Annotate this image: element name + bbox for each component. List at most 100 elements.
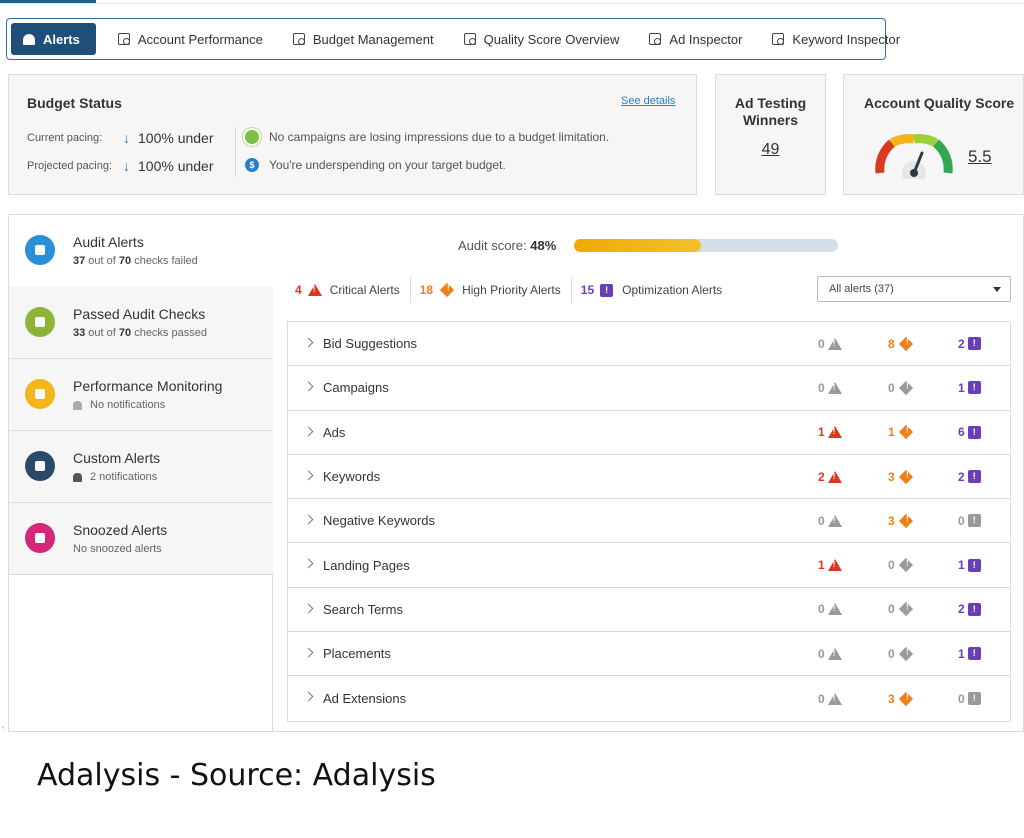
current-pacing-label: Current pacing: <box>27 132 103 144</box>
exclamation-square-icon: ! <box>967 514 981 528</box>
high-priority-cell: 8 <box>888 336 914 351</box>
exclamation-square-icon: ! <box>967 381 981 395</box>
high-priority-cell: 0 <box>888 380 914 396</box>
sidebar-item-title: Snoozed Alerts <box>73 522 168 538</box>
tab-label: Alerts <box>43 31 80 47</box>
critical-count: 4 <box>295 283 302 297</box>
table-row[interactable]: Negative Keywords 0 3 0! <box>288 499 1010 544</box>
high-priority-cell: 0 <box>888 602 914 617</box>
high-priority-cell: 3 <box>888 469 914 484</box>
critical-cell-value: 0 <box>818 513 825 528</box>
total-count: 70 <box>118 255 132 267</box>
ad-testing-title-line1: Ad Testing <box>734 95 807 111</box>
row-name: Negative Keywords <box>323 513 435 529</box>
chevron-right-icon[interactable] <box>303 691 314 702</box>
critical-cell: 0 <box>818 381 842 395</box>
high-priority-cell-value: 3 <box>888 513 895 528</box>
sub-end: checks passed <box>131 327 207 339</box>
exclamation-square-icon: ! <box>967 647 981 661</box>
sidebar-item-title: Performance Monitoring <box>73 378 223 394</box>
optimization-alerts-count[interactable]: 15 ! Optimization Alerts <box>581 277 732 303</box>
high-priority-alerts-count[interactable]: 18 High Priority Alerts <box>420 277 572 303</box>
budget-message-impressions: No campaigns are losing impressions due … <box>245 127 609 147</box>
notification-text: No notifications <box>90 399 166 411</box>
bar-chart-icon <box>25 379 55 409</box>
sidebar-item-subtitle: No snoozed alerts <box>73 543 162 555</box>
sub-mid: out of <box>85 255 119 267</box>
table-row[interactable]: Bid Suggestions 0 8 2! <box>288 322 1010 367</box>
table-row[interactable]: Keywords 2 3 2! <box>288 455 1010 500</box>
sidebar-item-custom-alerts[interactable]: Custom Alerts 2 notifications <box>9 431 273 503</box>
row-name: Ad Extensions <box>323 691 407 707</box>
critical-cell-value: 0 <box>818 602 825 617</box>
sidebar-item-audit-alerts[interactable]: Audit Alerts 37 out of 70 checks failed <box>9 215 273 287</box>
current-pacing-row: Current pacing: ↓ 100% under <box>27 128 214 148</box>
arrow-down-icon: ↓ <box>123 158 130 174</box>
quality-score-value[interactable]: 5.5 <box>968 147 992 167</box>
critical-cell-value: 1 <box>818 558 825 573</box>
chevron-right-icon[interactable] <box>303 603 314 614</box>
critical-cell: 0 <box>818 692 842 706</box>
ad-testing-title-line2: Winners <box>742 112 799 128</box>
chevron-right-icon[interactable] <box>303 426 314 437</box>
table-row[interactable]: Search Terms 0 0 2! <box>288 588 1010 633</box>
critical-cell: 1 <box>818 558 842 572</box>
caret-down-icon <box>993 287 1001 292</box>
budget-message-underspend: $ You're underspending on your target bu… <box>245 155 506 175</box>
warning-diamond-icon <box>898 513 913 528</box>
high-priority-cell-value: 1 <box>888 425 895 440</box>
alerts-sidebar: Audit Alerts 37 out of 70 checks failed … <box>9 215 273 731</box>
optimization-label: Optimization Alerts <box>622 283 723 297</box>
tab-account-performance[interactable]: Account Performance <box>106 23 275 55</box>
tab-label: Keyword Inspector <box>792 31 901 47</box>
tab-budget-management[interactable]: Budget Management <box>281 23 446 55</box>
table-row[interactable]: Ads 1 1 6! <box>288 411 1010 455</box>
tab-quality-score-overview[interactable]: Quality Score Overview <box>452 23 632 55</box>
see-details-link[interactable]: See details <box>621 95 675 107</box>
tab-keyword-inspector[interactable]: Keyword Inspector <box>760 23 912 55</box>
sliders-icon <box>25 451 55 481</box>
optimization-cell: 1! <box>958 381 981 395</box>
projected-pacing-row: Projected pacing: ↓ 100% under <box>27 156 214 176</box>
passed-count: 33 <box>73 327 86 339</box>
chevron-right-icon[interactable] <box>303 337 314 348</box>
tab-alerts[interactable]: Alerts <box>11 23 96 55</box>
table-row[interactable]: Landing Pages 1 0 1! <box>288 543 1010 588</box>
sidebar-item-title: Custom Alerts <box>73 450 161 466</box>
audit-score-text: Audit score: <box>458 238 527 253</box>
chevron-right-icon[interactable] <box>303 559 314 569</box>
audit-score-label: Audit score: 48% <box>458 238 556 253</box>
chevron-right-icon[interactable] <box>303 647 314 658</box>
ad-testing-winners-value[interactable]: 49 <box>716 141 825 159</box>
critical-cell-value: 0 <box>818 691 825 706</box>
sidebar-item-snoozed-alerts[interactable]: Snoozed Alerts No snoozed alerts <box>9 503 273 575</box>
budget-message-text: You're underspending on your target budg… <box>269 158 506 172</box>
critical-alerts-count[interactable]: 4 Critical Alerts <box>295 277 411 303</box>
inspect-icon <box>649 33 662 45</box>
tab-ad-inspector[interactable]: Ad Inspector <box>637 23 754 55</box>
sidebar-item-performance-monitoring[interactable]: Performance Monitoring No notifications <box>9 359 273 431</box>
chevron-right-icon[interactable] <box>303 470 314 481</box>
warning-triangle-icon <box>827 647 842 660</box>
optimization-cell: 0! <box>958 514 981 528</box>
projected-pacing-value: 100% under <box>138 158 214 174</box>
alert-filter-select[interactable]: All alerts (37) <box>817 276 1011 302</box>
critical-cell-value: 0 <box>818 336 825 351</box>
sidebar-item-passed-audit-checks[interactable]: Passed Audit Checks 33 out of 70 checks … <box>9 287 273 359</box>
critical-cell-value: 2 <box>818 469 825 484</box>
high-priority-cell: 1 <box>888 425 914 440</box>
critical-cell: 0 <box>818 647 842 661</box>
warning-triangle-icon <box>827 603 842 616</box>
chevron-right-icon[interactable] <box>303 514 314 525</box>
tab-label: Account Performance <box>137 31 263 47</box>
table-row[interactable]: Ad Extensions 0 3 0! <box>288 676 1010 720</box>
critical-cell: 1 <box>818 425 842 439</box>
optimization-cell: 2! <box>958 470 981 484</box>
sidebar-item-title: Passed Audit Checks <box>73 306 206 322</box>
chevron-right-icon[interactable] <box>303 381 314 392</box>
optimization-count: 15 <box>580 283 595 297</box>
sidebar-item-subtitle: 37 out of 70 checks failed <box>73 255 198 267</box>
critical-label: Critical Alerts <box>329 283 400 297</box>
table-row[interactable]: Placements 0 0 1! <box>288 632 1010 677</box>
table-row[interactable]: Campaigns 0 0 1! <box>288 366 1010 411</box>
